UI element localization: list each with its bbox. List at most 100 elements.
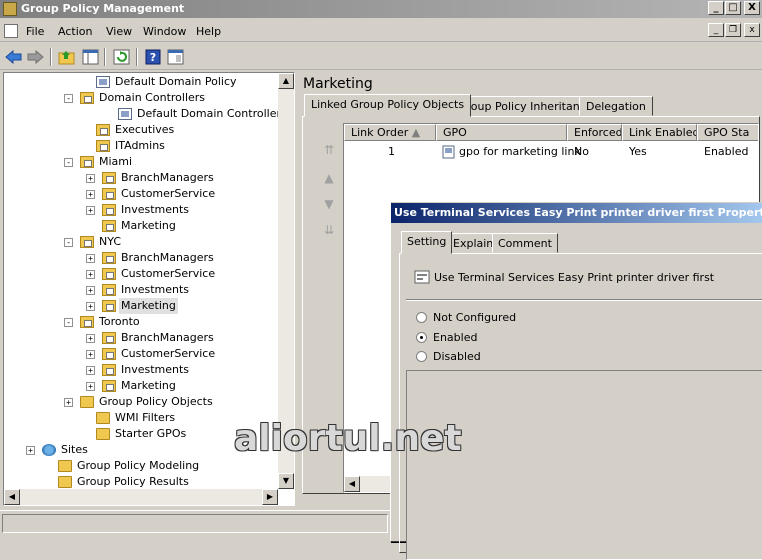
scroll-up-icon[interactable]: ▲ [278, 73, 294, 89]
expand-icon[interactable]: + [86, 350, 95, 359]
tree-item[interactable]: + BranchManagers [4, 250, 276, 266]
collapse-icon[interactable]: - [64, 238, 73, 247]
tree-item[interactable]: Marketing [4, 218, 276, 234]
tree-item[interactable]: + Group Policy Objects [4, 394, 276, 410]
radio-not-configured[interactable] [416, 312, 427, 323]
move-to-top-icon[interactable]: ⇈ [321, 143, 337, 157]
tree-item[interactable]: Executives [4, 122, 276, 138]
tree-item-label: CustomerService [121, 187, 216, 200]
move-up-icon[interactable]: ▲ [321, 171, 337, 185]
minimize-button[interactable]: _ [708, 1, 724, 15]
tree-item[interactable]: + Marketing [4, 298, 276, 314]
tree-item[interactable]: + CustomerService [4, 186, 276, 202]
scroll-down-icon[interactable]: ▼ [278, 473, 294, 489]
mdi-minimize-icon[interactable]: _ [708, 23, 724, 37]
tree-item[interactable]: + CustomerService [4, 266, 276, 282]
tree-item[interactable]: - Domain Controllers [4, 90, 276, 106]
tab-gp-inheritance[interactable]: Group Policy Inheritance [451, 96, 600, 116]
tree-horizontal-scrollbar[interactable]: ◀ ▶ [4, 489, 278, 505]
expand-icon[interactable]: + [86, 174, 95, 183]
expand-icon[interactable]: + [86, 334, 95, 343]
tree-item-label: Default Domain Policy [115, 75, 237, 88]
starter-folder-icon [96, 428, 110, 440]
menu-action[interactable]: Action [58, 25, 92, 38]
col-link-enabled[interactable]: Link Enabled [622, 124, 697, 141]
col-gpo[interactable]: GPO [436, 124, 567, 141]
move-down-icon[interactable]: ▼ [321, 197, 337, 211]
cell-gpo-status: Enabled [704, 145, 749, 158]
col-gpo-status[interactable]: GPO Sta [697, 124, 758, 141]
tree-item[interactable]: Group Policy Modeling [4, 458, 276, 474]
tree-item-label: ITAdmins [115, 139, 165, 152]
ou-folder-icon [102, 380, 116, 392]
tree-item-label: Sites [61, 443, 88, 456]
expand-icon[interactable]: + [64, 398, 73, 407]
mdi-restore-icon[interactable]: ❐ [725, 23, 741, 37]
back-arrow-icon[interactable] [5, 49, 22, 65]
refresh-icon[interactable] [113, 49, 130, 65]
menu-bar: File Action View Window Help [0, 20, 762, 42]
close-button[interactable]: X [744, 1, 760, 15]
expand-icon[interactable]: + [86, 190, 95, 199]
tree-item[interactable]: - Toronto [4, 314, 276, 330]
maximize-button[interactable]: □ [725, 1, 741, 15]
tree-item[interactable]: + Investments [4, 282, 276, 298]
tree-item[interactable]: + Investments [4, 362, 276, 378]
ou-folder-icon [96, 124, 110, 136]
show-action-pane-icon[interactable] [167, 49, 184, 65]
ou-folder-icon [102, 220, 116, 232]
tab-linked-gpos[interactable]: Linked Group Policy Objects [304, 94, 472, 117]
dialog-title[interactable]: Use Terminal Services Easy Print printer… [391, 203, 762, 223]
tab-setting[interactable]: Setting [401, 231, 453, 254]
tree-item-label: Marketing [121, 219, 176, 232]
tree-item[interactable]: + BranchManagers [4, 170, 276, 186]
tree-item[interactable]: Default Domain Policy [4, 74, 276, 90]
window-title-bar[interactable]: Group Policy Management _ □ X [0, 0, 762, 18]
tree-item[interactable]: Group Policy Results [4, 474, 276, 490]
expand-icon[interactable]: + [86, 254, 95, 263]
scroll-right-icon[interactable]: ▶ [262, 489, 278, 505]
tree-item[interactable]: Default Domain Controllers Policy [4, 106, 294, 122]
expand-icon[interactable]: + [86, 286, 95, 295]
collapse-icon[interactable]: - [64, 94, 73, 103]
menu-file[interactable]: File [26, 25, 44, 38]
move-to-bottom-icon[interactable]: ⇊ [321, 223, 337, 237]
tree-item[interactable]: + Investments [4, 202, 276, 218]
console-menu-icon[interactable] [4, 24, 18, 38]
show-hide-tree-icon[interactable] [82, 49, 99, 65]
up-folder-icon[interactable] [58, 49, 75, 65]
label-enabled[interactable]: Enabled [433, 331, 477, 344]
tab-comment[interactable]: Comment [492, 233, 558, 253]
tab-delegation[interactable]: Delegation [579, 96, 653, 116]
mdi-close-icon[interactable]: x [744, 23, 760, 37]
help-icon[interactable]: ? [145, 49, 162, 65]
radio-enabled[interactable] [416, 332, 427, 343]
expand-icon[interactable]: + [26, 446, 35, 455]
ou-folder-icon [102, 348, 116, 360]
tree-item[interactable]: - Miami [4, 154, 276, 170]
tree-item[interactable]: ITAdmins [4, 138, 276, 154]
grid-scroll-left-icon[interactable]: ◀ [344, 476, 360, 492]
expand-icon[interactable]: + [86, 270, 95, 279]
expand-icon[interactable]: + [86, 302, 95, 311]
tree-item[interactable]: + Marketing [4, 378, 276, 394]
scroll-left-icon[interactable]: ◀ [4, 489, 20, 505]
radio-disabled[interactable] [416, 351, 427, 362]
ou-folder-icon [102, 284, 116, 296]
label-disabled[interactable]: Disabled [433, 350, 481, 363]
collapse-icon[interactable]: - [64, 158, 73, 167]
menu-view[interactable]: View [106, 25, 132, 38]
col-enforced[interactable]: Enforced [567, 124, 622, 141]
col-link-order[interactable]: Link Order ▲ [344, 124, 436, 141]
menu-help[interactable]: Help [196, 25, 221, 38]
tree-item[interactable]: - NYC [4, 234, 276, 250]
tree-item[interactable]: + BranchManagers [4, 330, 276, 346]
expand-icon[interactable]: + [86, 382, 95, 391]
menu-window[interactable]: Window [143, 25, 186, 38]
tree-item[interactable]: + CustomerService [4, 346, 276, 362]
collapse-icon[interactable]: - [64, 318, 73, 327]
forward-arrow-icon[interactable] [27, 49, 44, 65]
label-not-configured[interactable]: Not Configured [433, 311, 516, 324]
expand-icon[interactable]: + [86, 206, 95, 215]
expand-icon[interactable]: + [86, 366, 95, 375]
